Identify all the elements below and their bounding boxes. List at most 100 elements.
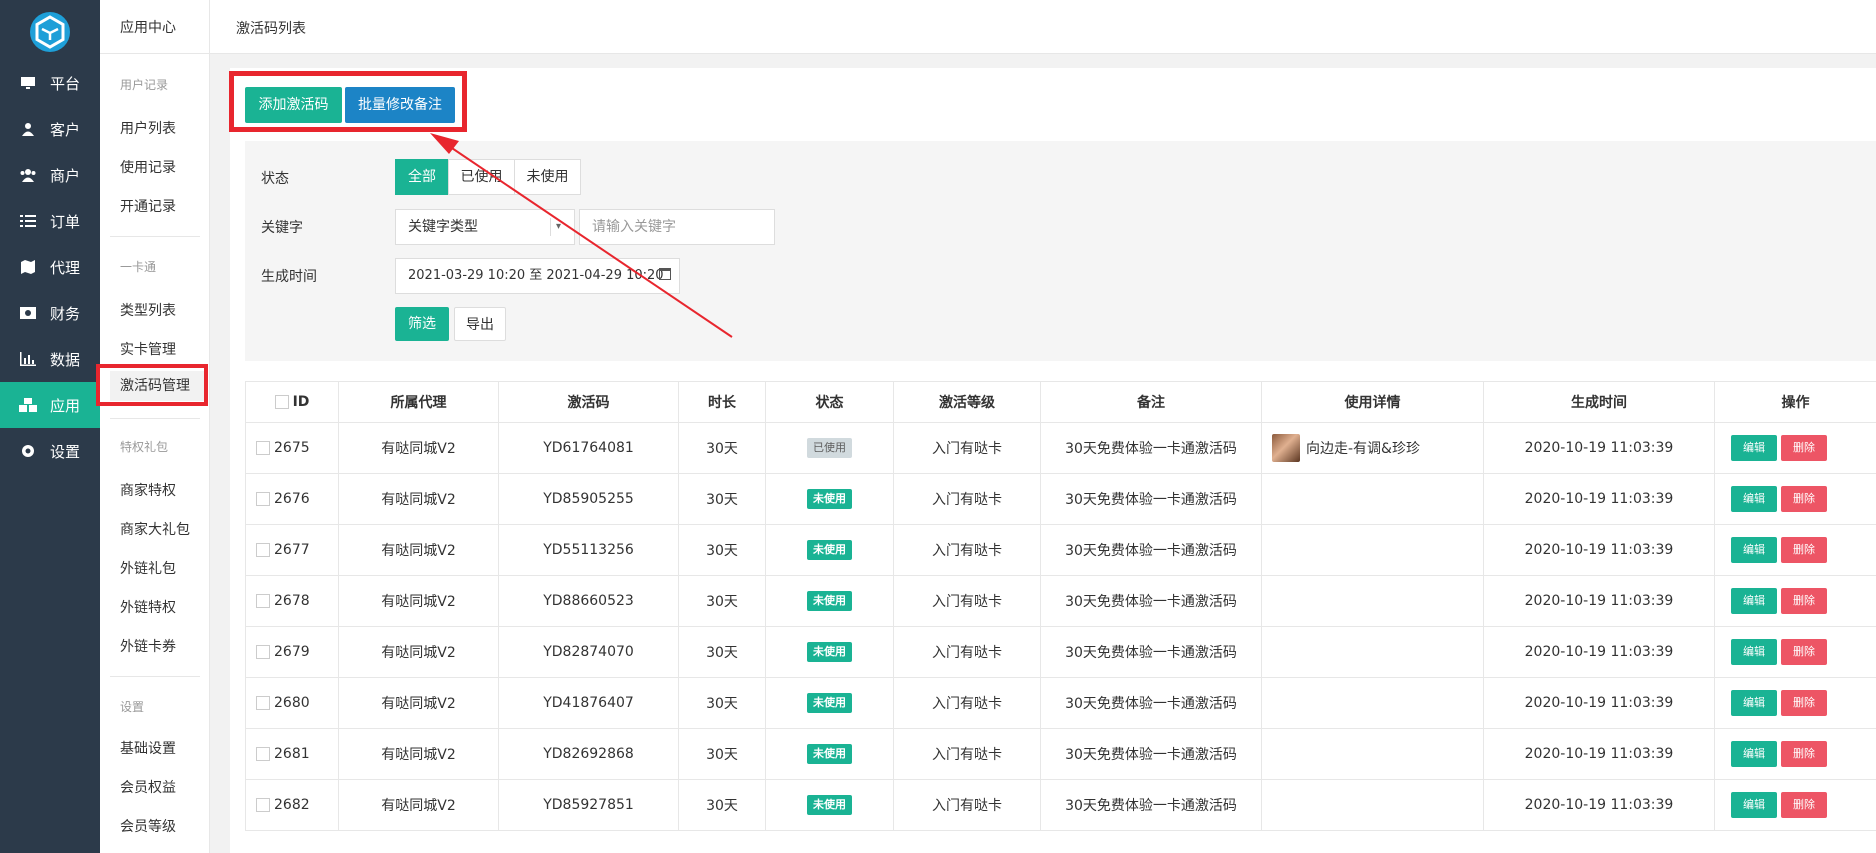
subnav-item[interactable]: 使用记录: [120, 157, 176, 177]
cell-text: 30天: [706, 798, 738, 814]
delete-button[interactable]: 删除: [1781, 741, 1827, 767]
nav-item-3[interactable]: 订单: [0, 198, 100, 244]
subnav-item[interactable]: 基础设置: [120, 738, 176, 758]
table-row[interactable]: 2675 有哒同城V2 YD61764081 30天 已使用 入门有哒卡 30天免费体验一卡…: [245, 423, 1876, 474]
row-id: 2682: [274, 797, 310, 813]
select-all-checkbox[interactable]: [274, 395, 289, 409]
row-checkbox[interactable]: [256, 645, 270, 659]
delete-button[interactable]: 删除: [1781, 486, 1827, 512]
subnav-item[interactable]: 会员等级: [120, 816, 176, 836]
main-nav: 平台 客户 商户 订单 代理 财务 数据应用设置: [0, 0, 100, 853]
status-option-unused[interactable]: 未使用: [514, 159, 581, 195]
filter-button[interactable]: 筛选: [395, 307, 449, 341]
cell-actions: 编辑 删除: [1714, 423, 1876, 473]
nav-item-6[interactable]: 数据: [0, 336, 100, 382]
subnav-item[interactable]: 商家大礼包: [120, 519, 190, 539]
cell-note: 30天免费体验一卡通激活码: [1040, 474, 1261, 524]
cell-detail: [1261, 678, 1483, 728]
subnav-item[interactable]: 外链礼包: [120, 558, 176, 578]
subnav-item[interactable]: 开通记录: [120, 196, 176, 216]
cell-text: YD55113256: [543, 542, 634, 558]
cell-text: 入门有哒卡: [932, 747, 1002, 763]
cell-text: 有哒同城V2: [381, 696, 456, 712]
nav-item-5[interactable]: 财务: [0, 290, 100, 336]
keyword-input[interactable]: 请输入关键字: [579, 209, 775, 245]
cell-code: YD41876407: [498, 678, 678, 728]
edit-button[interactable]: 编辑: [1731, 435, 1777, 461]
cell-level: 入门有哒卡: [893, 780, 1040, 830]
cell-created: 2020-10-19 11:03:39: [1483, 627, 1714, 677]
sub-nav-title[interactable]: 应用中心: [100, 0, 210, 54]
cell-actions: 编辑 删除: [1714, 780, 1876, 830]
delete-button[interactable]: 删除: [1781, 792, 1827, 818]
cell-actions: 编辑 删除: [1714, 627, 1876, 677]
subnav-item[interactable]: 会员权益: [120, 777, 176, 797]
subnav-item[interactable]: 实卡管理: [120, 339, 176, 359]
cell-actions: 编辑 删除: [1714, 678, 1876, 728]
delete-button[interactable]: 删除: [1781, 435, 1827, 461]
cell-text: 2020-10-19 11:03:39: [1524, 695, 1674, 711]
delete-button[interactable]: 删除: [1781, 588, 1827, 614]
cell-created: 2020-10-19 11:03:39: [1483, 576, 1714, 626]
nav-item-label: 应用: [50, 396, 81, 415]
nav-item-4[interactable]: 代理: [0, 244, 100, 290]
row-checkbox[interactable]: [256, 798, 270, 812]
cell-id: 2681: [245, 729, 338, 779]
export-button[interactable]: 导出: [454, 307, 506, 341]
subnav-item[interactable]: 外链特权: [120, 597, 176, 617]
edit-button[interactable]: 编辑: [1731, 741, 1777, 767]
cell-note: 30天免费体验一卡通激活码: [1040, 780, 1261, 830]
cell-status: 未使用: [765, 474, 893, 524]
edit-button[interactable]: 编辑: [1731, 792, 1777, 818]
time-range-input[interactable]: 2021-03-29 10:20 至 2021-04-29 10:20: [395, 258, 680, 294]
edit-button[interactable]: 编辑: [1731, 486, 1777, 512]
row-checkbox[interactable]: [256, 594, 270, 608]
nav-item-1[interactable]: 客户: [0, 106, 100, 152]
nav-item-7[interactable]: 应用: [0, 382, 100, 428]
nav-item-8[interactable]: 设置: [0, 428, 100, 474]
table-row[interactable]: 2682 有哒同城V2 YD85927851 30天 未使用 入门有哒卡 30天免费体验一卡…: [245, 780, 1876, 831]
edit-button[interactable]: 编辑: [1731, 690, 1777, 716]
row-checkbox[interactable]: [256, 492, 270, 506]
subnav-item[interactable]: 外链卡券: [120, 636, 176, 656]
keyword-type-select[interactable]: 关键字类型 ▾: [395, 209, 575, 245]
nav-item-0[interactable]: 平台: [0, 60, 100, 106]
table-row[interactable]: 2680 有哒同城V2 YD41876407 30天 未使用 入门有哒卡 30天免费体验一卡…: [245, 678, 1876, 729]
delete-button[interactable]: 删除: [1781, 639, 1827, 665]
table-row[interactable]: 2681 有哒同城V2 YD82692868 30天 未使用 入门有哒卡 30天免费体验一卡…: [245, 729, 1876, 780]
cell-detail: [1261, 627, 1483, 677]
cubes-icon: [18, 397, 38, 413]
table-row[interactable]: 2679 有哒同城V2 YD82874070 30天 未使用 入门有哒卡 30天免费体验一卡…: [245, 627, 1876, 678]
list-icon: [18, 213, 38, 229]
cell-text: 30天免费体验一卡通激活码: [1065, 696, 1237, 712]
cell-text: 2020-10-19 11:03:39: [1524, 746, 1674, 762]
nav-item-2[interactable]: 商户: [0, 152, 100, 198]
table-row[interactable]: 2677 有哒同城V2 YD55113256 30天 未使用 入门有哒卡 30天免费体验一卡…: [245, 525, 1876, 576]
row-checkbox[interactable]: [256, 543, 270, 557]
cell-code: YD85927851: [498, 780, 678, 830]
subnav-item[interactable]: 商家特权: [120, 480, 176, 500]
edit-button[interactable]: 编辑: [1731, 639, 1777, 665]
table-row[interactable]: 2676 有哒同城V2 YD85905255 30天 未使用 入门有哒卡 30天免费体验一卡…: [245, 474, 1876, 525]
logo[interactable]: [30, 12, 70, 52]
row-checkbox[interactable]: [256, 747, 270, 761]
cell-code: YD61764081: [498, 423, 678, 473]
row-checkbox[interactable]: [256, 696, 270, 710]
edit-button[interactable]: 编辑: [1731, 537, 1777, 563]
avatar: [1272, 434, 1300, 462]
table-row[interactable]: 2678 有哒同城V2 YD88660523 30天 未使用 入门有哒卡 30天免费体验一卡…: [245, 576, 1876, 627]
status-option-used[interactable]: 已使用: [448, 159, 515, 195]
keyword-type-value: 关键字类型: [408, 219, 478, 235]
delete-button[interactable]: 删除: [1781, 690, 1827, 716]
subnav-item[interactable]: 类型列表: [120, 300, 176, 320]
cell-text: 2020-10-19 11:03:39: [1524, 491, 1674, 507]
subnav-item[interactable]: 用户列表: [120, 118, 176, 138]
cell-note: 30天免费体验一卡通激活码: [1040, 678, 1261, 728]
status-option-all[interactable]: 全部: [395, 159, 449, 195]
subnav-group-title: 特权礼包: [120, 440, 169, 454]
edit-button[interactable]: 编辑: [1731, 588, 1777, 614]
cell-level: 入门有哒卡: [893, 474, 1040, 524]
column-header-label: 使用详情: [1344, 395, 1401, 411]
delete-button[interactable]: 删除: [1781, 537, 1827, 563]
row-checkbox[interactable]: [256, 441, 270, 455]
